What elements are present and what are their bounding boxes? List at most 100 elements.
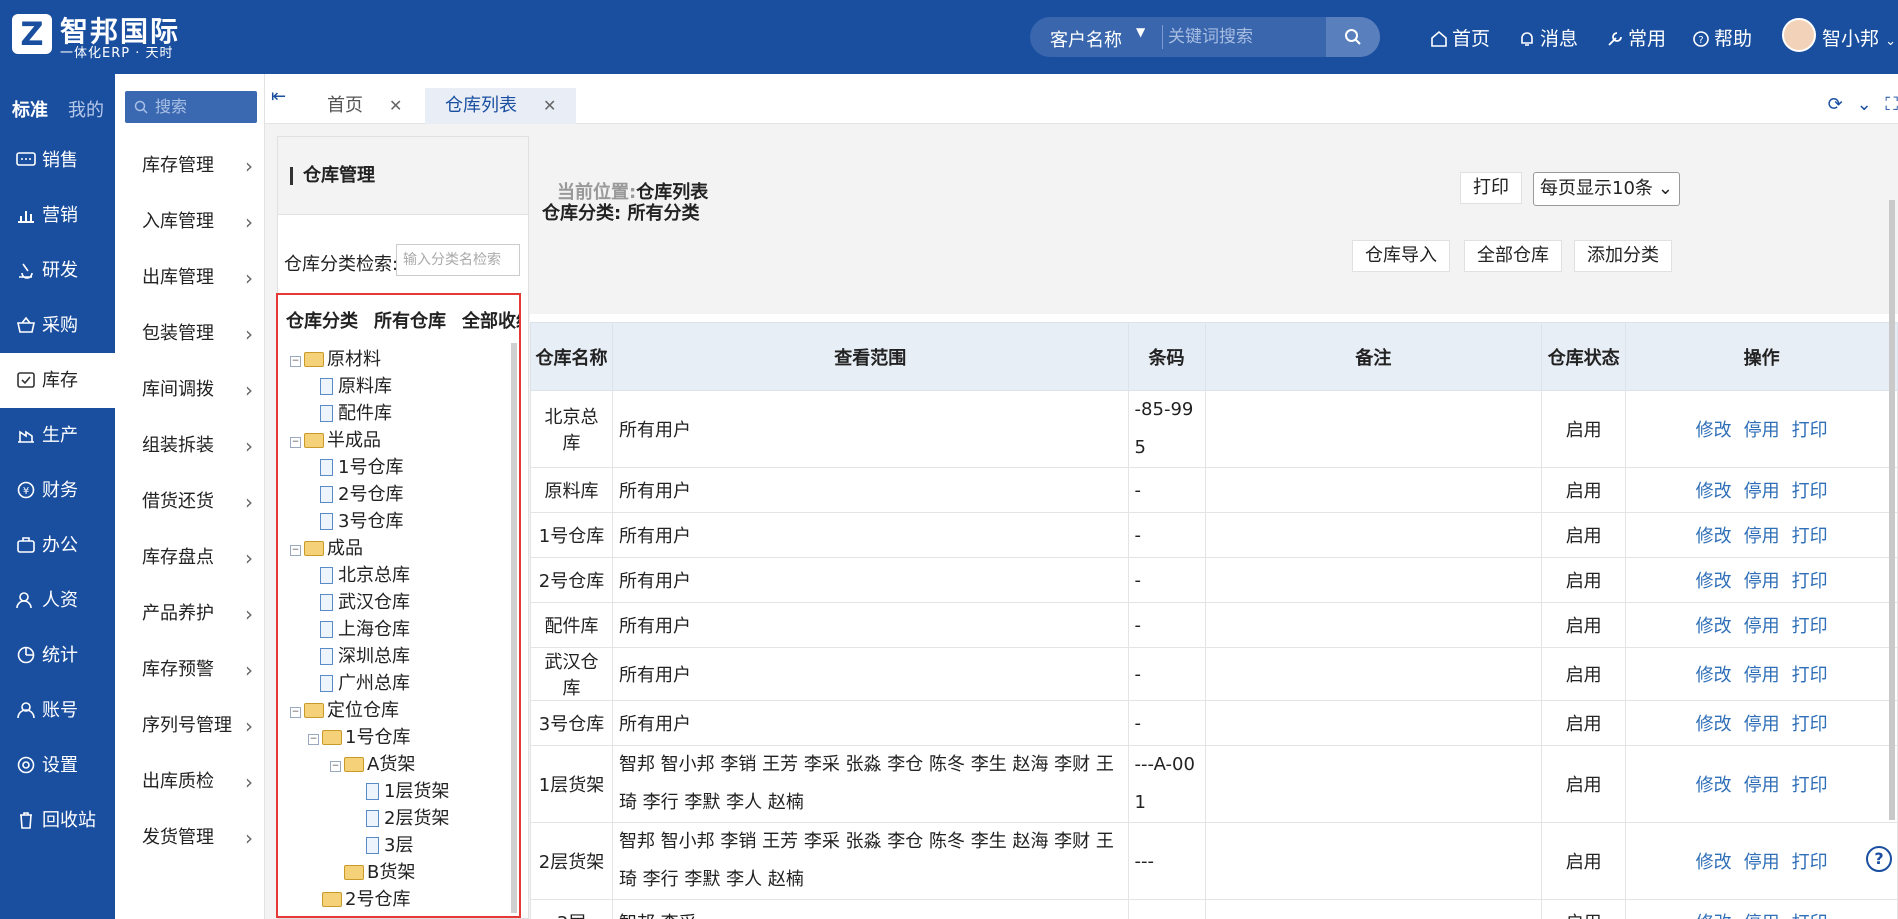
- sub-item-qc[interactable]: 出库质检 ›: [115, 754, 265, 810]
- add-category-button[interactable]: 添加分类: [1574, 240, 1672, 272]
- tree-scrollbar[interactable]: [511, 343, 517, 913]
- nav-messages[interactable]: 消息: [1518, 24, 1578, 51]
- disable-link[interactable]: 停用: [1744, 665, 1780, 686]
- print-link[interactable]: 打印: [1792, 714, 1828, 735]
- collapse-toggle-icon[interactable]: −: [290, 707, 301, 718]
- print-link[interactable]: 打印: [1792, 571, 1828, 592]
- collapse-toggle-icon[interactable]: −: [290, 545, 301, 556]
- tree-search-input[interactable]: [396, 244, 520, 276]
- mode-tab-mine[interactable]: 我的: [68, 96, 104, 122]
- tree-node-leaf[interactable]: 1层货架: [366, 777, 449, 803]
- tab-warehouse-list[interactable]: 仓库列表 ✕: [425, 88, 577, 124]
- print-link[interactable]: 打印: [1792, 913, 1828, 919]
- tree-node-leaf[interactable]: 2号仓库: [320, 480, 403, 506]
- collapse-toggle-icon[interactable]: −: [308, 734, 319, 745]
- user-menu[interactable]: 智小邦 ⌄: [1822, 24, 1896, 51]
- module-marketing[interactable]: 营销: [0, 188, 115, 243]
- search-input[interactable]: [1168, 22, 1343, 52]
- module-office[interactable]: 办公: [0, 518, 115, 573]
- module-account[interactable]: 账号: [0, 683, 115, 738]
- sub-item-packaging[interactable]: 包装管理 ›: [115, 306, 265, 362]
- disable-link[interactable]: 停用: [1744, 571, 1780, 592]
- collapse-toggle-icon[interactable]: −: [330, 761, 341, 772]
- disable-link[interactable]: 停用: [1744, 481, 1780, 502]
- collapse-toggle-icon[interactable]: −: [290, 437, 301, 448]
- brand-logo[interactable]: [12, 14, 52, 54]
- tree-node-folder[interactable]: − A货架: [330, 750, 415, 776]
- col-header[interactable]: 仓库名称: [530, 322, 613, 391]
- print-link[interactable]: 打印: [1792, 665, 1828, 686]
- page-scrollbar[interactable]: [1889, 200, 1895, 820]
- col-header[interactable]: 查看范围: [611, 322, 1129, 391]
- disable-link[interactable]: 停用: [1744, 852, 1780, 873]
- tree-link-category[interactable]: 仓库分类: [286, 311, 358, 332]
- refresh-icon[interactable]: ⟳: [1828, 94, 1843, 115]
- edit-link[interactable]: 修改: [1696, 420, 1732, 441]
- tree-node-folder[interactable]: −1号仓库: [308, 723, 410, 749]
- module-recycle[interactable]: 回收站: [0, 793, 115, 848]
- sub-item-outbound[interactable]: 出库管理 ›: [115, 250, 265, 306]
- tree-node-folder[interactable]: − 半成品: [290, 426, 381, 452]
- collapse-menu-icon[interactable]: ⇤: [271, 86, 286, 107]
- sub-item-stock-manage[interactable]: 库存管理 ›: [115, 138, 265, 194]
- sub-item-inbound[interactable]: 入库管理 ›: [115, 194, 265, 250]
- sub-item-maintenance[interactable]: 产品养护 ›: [115, 586, 265, 642]
- tree-node-leaf[interactable]: 2层货架: [366, 804, 449, 830]
- module-purchase[interactable]: 采购: [0, 298, 115, 353]
- help-icon[interactable]: ?: [1866, 846, 1892, 872]
- module-rnd[interactable]: 研发: [0, 243, 115, 298]
- col-header[interactable]: 仓库状态: [1541, 322, 1627, 391]
- tree-node-leaf[interactable]: 深圳总库: [320, 642, 410, 668]
- mode-tab-standard[interactable]: 标准: [12, 96, 48, 122]
- edit-link[interactable]: 修改: [1696, 571, 1732, 592]
- col-header[interactable]: 操作: [1625, 322, 1898, 391]
- module-finance[interactable]: ¥ 财务: [0, 463, 115, 518]
- print-link[interactable]: 打印: [1792, 616, 1828, 637]
- sub-item-serial[interactable]: 序列号管理 ›: [115, 698, 265, 754]
- module-settings[interactable]: 设置: [0, 738, 115, 793]
- edit-link[interactable]: 修改: [1696, 913, 1732, 919]
- sub-item-assembly[interactable]: 组装拆装 ›: [115, 418, 265, 474]
- search-button[interactable]: [1326, 17, 1380, 57]
- tab-home[interactable]: 首页 ✕: [307, 88, 422, 124]
- print-link[interactable]: 打印: [1792, 775, 1828, 796]
- collapse-toggle-icon[interactable]: −: [290, 356, 301, 367]
- disable-link[interactable]: 停用: [1744, 526, 1780, 547]
- tree-link-collapse[interactable]: 全部收缩: [462, 311, 519, 332]
- tree-node-leaf[interactable]: 3层: [366, 831, 413, 857]
- tree-node-leaf[interactable]: 上海仓库: [320, 615, 410, 641]
- all-warehouses-button[interactable]: 全部仓库: [1464, 240, 1562, 272]
- sub-item-alert[interactable]: 库存预警 ›: [115, 642, 265, 698]
- disable-link[interactable]: 停用: [1744, 913, 1780, 919]
- edit-link[interactable]: 修改: [1696, 775, 1732, 796]
- disable-link[interactable]: 停用: [1744, 616, 1780, 637]
- print-link[interactable]: 打印: [1792, 526, 1828, 547]
- col-header[interactable]: 条码: [1127, 322, 1206, 391]
- col-header[interactable]: 备注: [1204, 322, 1543, 391]
- tree-link-all[interactable]: 所有仓库: [374, 311, 446, 332]
- avatar[interactable]: [1782, 18, 1816, 52]
- sub-item-borrow[interactable]: 借货还货 ›: [115, 474, 265, 530]
- nav-help[interactable]: ? 帮助: [1692, 24, 1752, 51]
- tree-node-folder[interactable]: − 成品: [290, 534, 363, 560]
- tree-node-leaf[interactable]: 武汉仓库: [320, 588, 410, 614]
- sub-item-transfer[interactable]: 库间调拨 ›: [115, 362, 265, 418]
- disable-link[interactable]: 停用: [1744, 714, 1780, 735]
- module-hr[interactable]: 人资: [0, 573, 115, 628]
- print-button[interactable]: 打印: [1460, 172, 1522, 204]
- nav-home[interactable]: 首页: [1430, 24, 1490, 51]
- module-inventory[interactable]: 库存: [0, 353, 115, 408]
- tree-node-leaf[interactable]: 北京总库: [320, 561, 410, 587]
- edit-link[interactable]: 修改: [1696, 852, 1732, 873]
- disable-link[interactable]: 停用: [1744, 775, 1780, 796]
- print-link[interactable]: 打印: [1792, 420, 1828, 441]
- import-warehouse-button[interactable]: 仓库导入: [1352, 240, 1450, 272]
- chevron-down-icon[interactable]: ⌄: [1857, 94, 1872, 115]
- edit-link[interactable]: 修改: [1696, 665, 1732, 686]
- side-search-input[interactable]: 搜索: [125, 91, 257, 123]
- close-icon[interactable]: ✕: [543, 96, 556, 115]
- module-stats[interactable]: 统计: [0, 628, 115, 683]
- caret-down-icon[interactable]: ▼: [1136, 25, 1145, 39]
- page-size-select[interactable]: 每页显示10条 ⌄: [1533, 172, 1680, 206]
- sub-item-shipping[interactable]: 发货管理 ›: [115, 810, 265, 866]
